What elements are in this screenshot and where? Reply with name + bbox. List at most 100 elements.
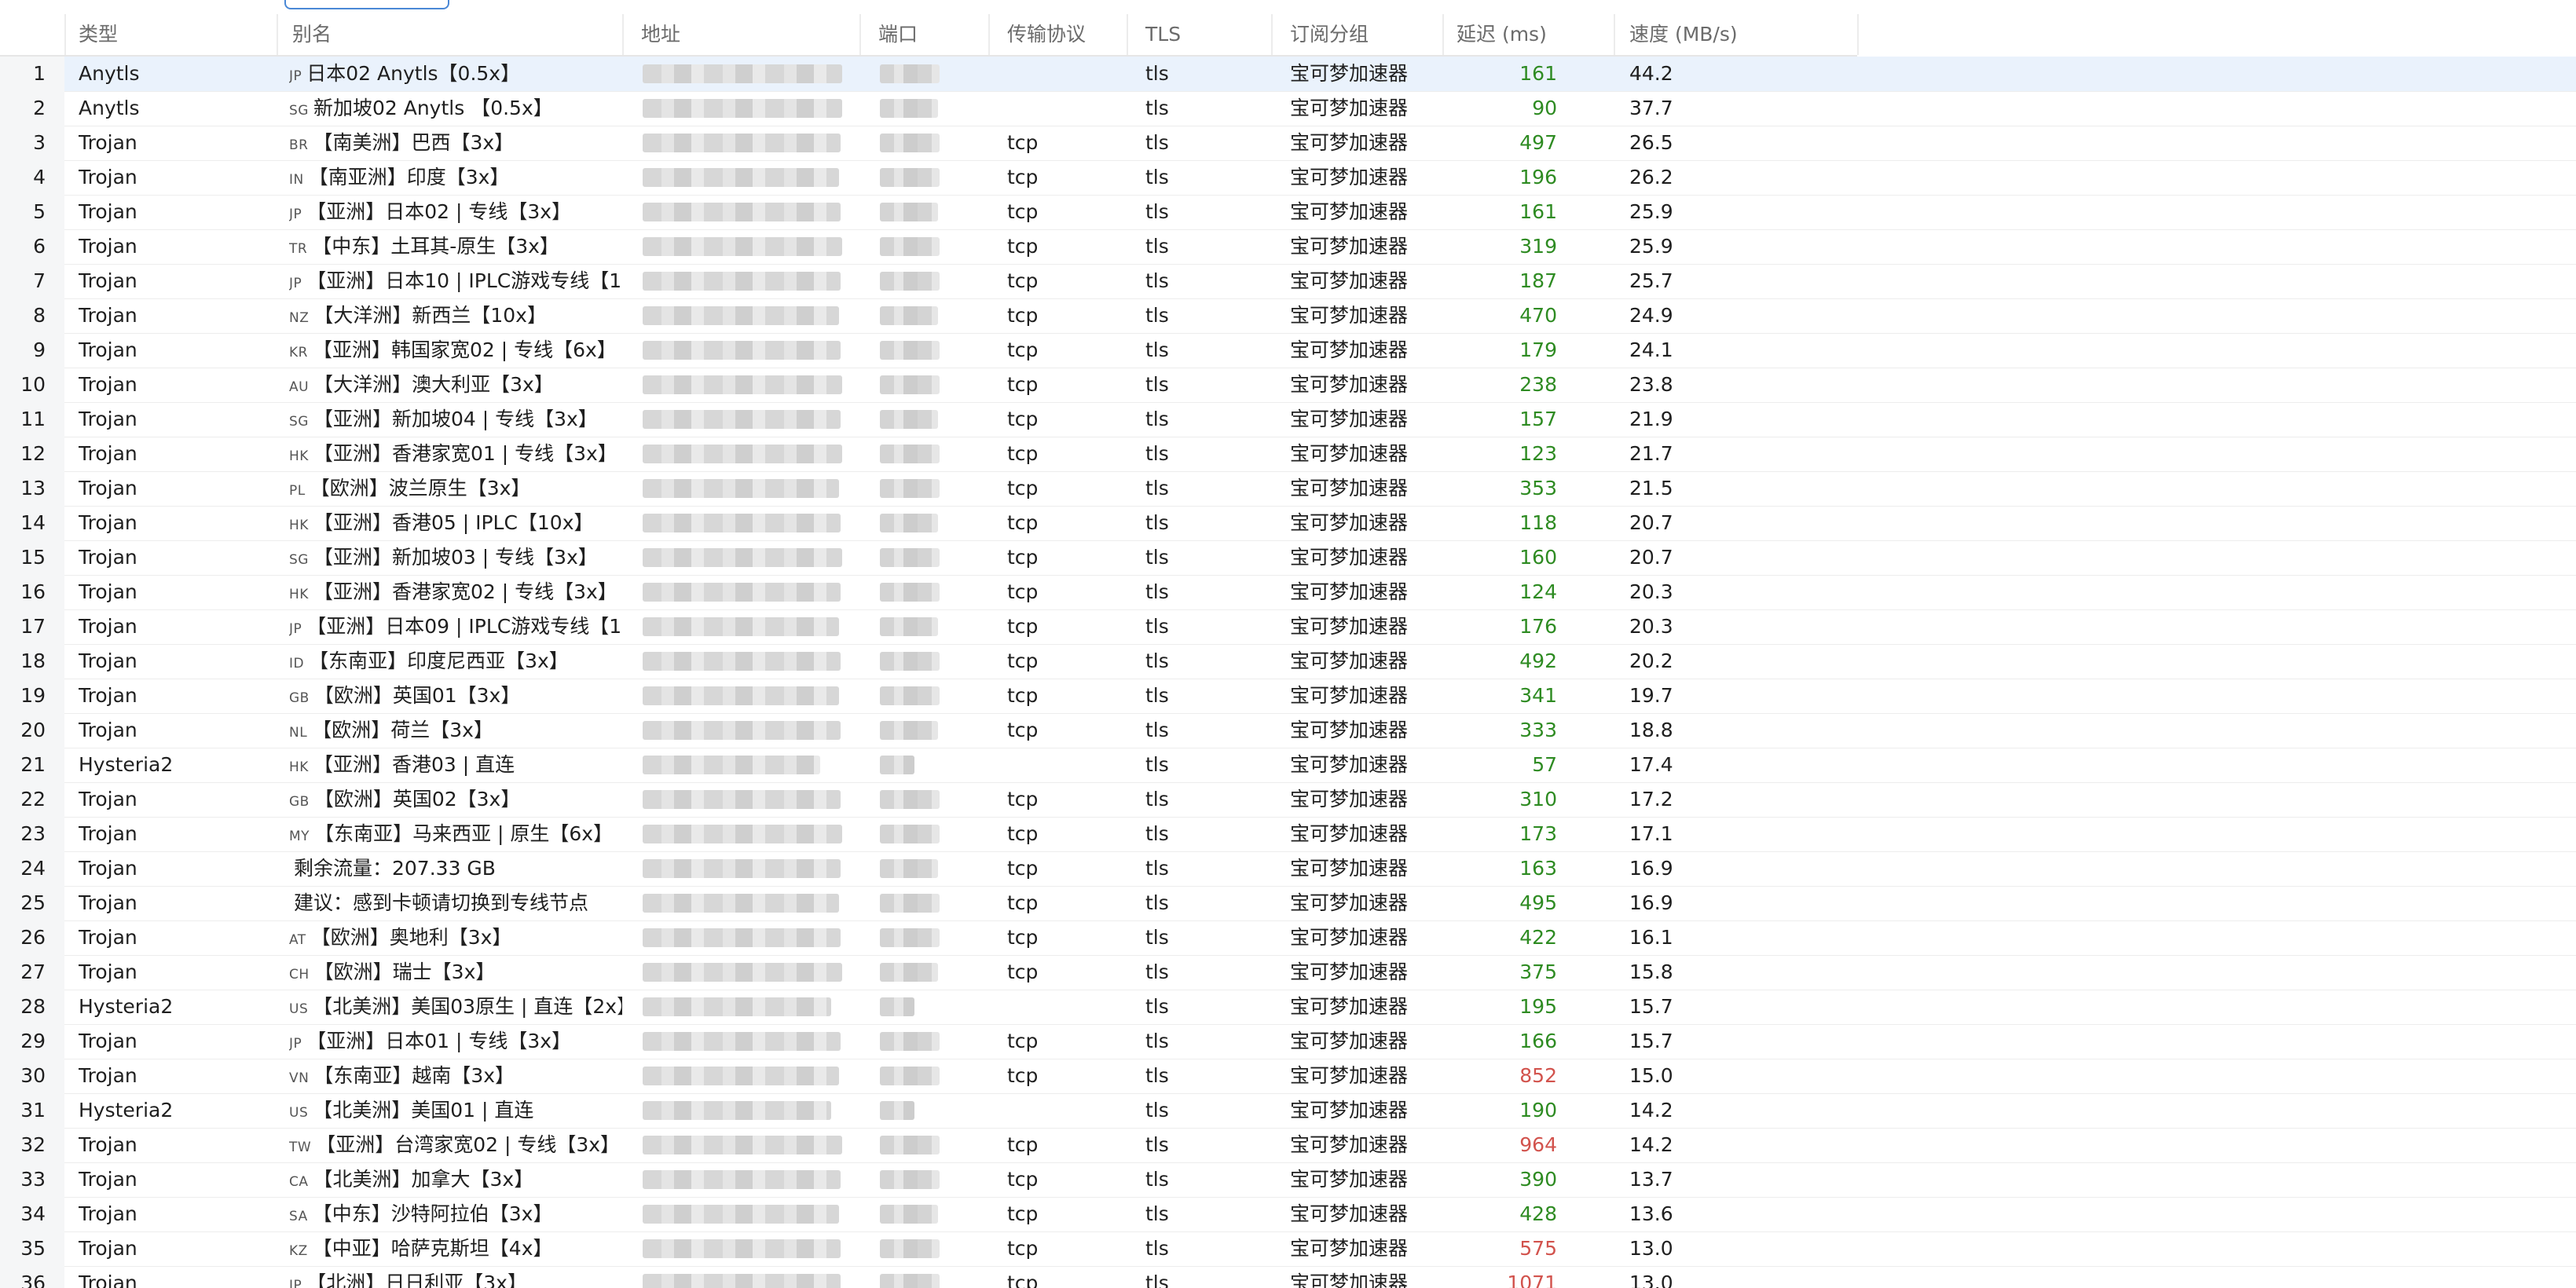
table-row[interactable]: 30 Trojan VN 【东南亚】越南【3x】 tcp tls 宝可梦加速器 852 15.0 xyxy=(0,1059,2576,1094)
table-row[interactable]: 31 Hysteria2 US 【北美洲】美国01 | 直连 tls 宝可梦加速器 190 1… xyxy=(0,1093,2576,1129)
column-resize-focus[interactable] xyxy=(284,0,449,9)
table-row[interactable]: 25 Trojan 建议：感到卡顿请切换到专线节点 tcp tls 宝可梦加速器 495 16… xyxy=(0,886,2576,921)
table-row[interactable]: 5 Trojan JP 【亚洲】日本02 | 专线【3x】 tcp tls 宝可梦加速器 16… xyxy=(0,195,2576,230)
group-cell: 宝可梦加速器 xyxy=(1290,166,1409,188)
header-group[interactable]: 订阅分组 xyxy=(1290,14,1369,55)
table-row[interactable]: 33 Trojan CA 【北美洲】加拿大【3x】 tcp tls 宝可梦加速器 390 13.… xyxy=(0,1162,2576,1198)
table-row[interactable]: 32 Trojan TW 【亚洲】台湾家宽02 | 专线【3x】 tcp tls 宝可梦加速… xyxy=(0,1128,2576,1163)
alias-cell: JP 【亚洲】日本02 | 专线【3x】 xyxy=(289,195,622,229)
table-row[interactable]: 29 Trojan JP 【亚洲】日本01 | 专线【3x】 tcp tls 宝可梦加速器 1… xyxy=(0,1024,2576,1059)
table-row[interactable]: 36 Trojan JP 【北洲】日日利亚【3x】 tcp tls 宝可梦加速器 1071 13… xyxy=(0,1266,2576,1288)
table-row[interactable]: 10 Trojan AU 【大洋洲】澳大利亚【3x】 tcp tls 宝可梦加速器 238 23… xyxy=(0,368,2576,403)
table-header: 类型 别名 地址 端口 传输协议 TLS 订阅分组 延迟 (ms) 速度 (MB… xyxy=(0,14,1859,57)
column-divider[interactable] xyxy=(622,14,624,55)
proxy-type-cell: Trojan xyxy=(79,926,137,949)
latency-cell: 157 xyxy=(1519,408,1557,430)
header-tls[interactable]: TLS xyxy=(1145,14,1181,55)
table-row[interactable]: 9 Trojan KR 【亚洲】韩国家宽02 | 专线【6x】 tcp tls 宝可梦加速器… xyxy=(0,333,2576,368)
table-row[interactable]: 26 Trojan AT 【欧洲】奥地利【3x】 tcp tls 宝可梦加速器 422 16.1 xyxy=(0,920,2576,956)
column-divider[interactable] xyxy=(1857,14,1859,55)
network-cell xyxy=(1007,748,1125,782)
speed-cell: 13.0 xyxy=(1629,1237,1673,1260)
column-divider[interactable] xyxy=(859,14,861,55)
alias-cell: IN 【南亚洲】印度【3x】 xyxy=(289,160,622,195)
address-redacted xyxy=(643,617,839,636)
group-cell: 宝可梦加速器 xyxy=(1290,200,1409,223)
table-row[interactable]: 24 Trojan 剩余流量：207.33 GB tcp tls 宝可梦加速器 163 16.… xyxy=(0,851,2576,887)
speed-cell: 21.7 xyxy=(1629,442,1673,465)
column-divider[interactable] xyxy=(1127,14,1128,55)
table-row[interactable]: 12 Trojan HK 【亚洲】香港家宽01 | 专线【3x】 tcp tls 宝可梦加速… xyxy=(0,437,2576,472)
table-row[interactable]: 4 Trojan IN 【南亚洲】印度【3x】 tcp tls 宝可梦加速器 196 26.2 xyxy=(0,160,2576,196)
header-address[interactable]: 地址 xyxy=(641,14,680,55)
header-latency[interactable]: 延迟 (ms) xyxy=(1457,14,1547,55)
column-divider[interactable] xyxy=(277,14,278,55)
port-redacted xyxy=(880,1274,940,1288)
header-speed[interactable]: 速度 (MB/s) xyxy=(1629,14,1738,55)
table-row[interactable]: 27 Trojan CH 【欧洲】瑞士【3x】 tcp tls 宝可梦加速器 375 15.8 xyxy=(0,955,2576,990)
port-redacted xyxy=(880,1136,940,1154)
proxy-type-cell: Trojan xyxy=(79,131,137,154)
column-divider[interactable] xyxy=(1442,14,1444,55)
table-row[interactable]: 3 Trojan BR 【南美洲】巴西【3x】 tcp tls 宝可梦加速器 497 26.5 xyxy=(0,126,2576,161)
table-row[interactable]: 18 Trojan ID 【东南亚】印度尼西亚【3x】 tcp tls 宝可梦加速器 492 2… xyxy=(0,644,2576,679)
table-row[interactable]: 7 Trojan JP 【亚洲】日本10 | IPLC游戏专线【10x tcp tls 宝可… xyxy=(0,264,2576,299)
row-number: 5 xyxy=(33,200,46,223)
table-row[interactable]: 22 Trojan GB 【欧洲】英国02【3x】 tcp tls 宝可梦加速器 310 17.… xyxy=(0,782,2576,818)
table-row[interactable]: 8 Trojan NZ 【大洋洲】新西兰【10x】 tcp tls 宝可梦加速器 470 24.… xyxy=(0,298,2576,334)
row-number: 4 xyxy=(33,166,46,188)
column-divider[interactable] xyxy=(1614,14,1615,55)
table-row[interactable]: 21 Hysteria2 HK 【亚洲】香港03 | 直连 tls 宝可梦加速器 57 17.… xyxy=(0,748,2576,783)
header-type[interactable]: 类型 xyxy=(79,14,118,55)
flag-code: HK xyxy=(289,448,309,464)
table-row[interactable]: 20 Trojan NL 【欧洲】荷兰【3x】 tcp tls 宝可梦加速器 333 18.8 xyxy=(0,713,2576,748)
table-row[interactable]: 13 Trojan PL 【欧洲】波兰原生【3x】 tcp tls 宝可梦加速器 353 21.… xyxy=(0,471,2576,507)
group-cell: 宝可梦加速器 xyxy=(1290,926,1409,949)
header-network[interactable]: 传输协议 xyxy=(1007,14,1086,55)
header-name[interactable]: 别名 xyxy=(292,14,332,55)
table-row[interactable]: 1 Anytls JP 日本02 Anytls【0.5x】 tls 宝可梦加速器 161 44… xyxy=(0,57,2576,92)
speed-cell: 44.2 xyxy=(1629,62,1673,85)
table-row[interactable]: 23 Trojan MY 【东南亚】马来西亚 | 原生【6x】 tcp tls 宝可梦加速器… xyxy=(0,817,2576,852)
proxy-type-cell: Trojan xyxy=(79,891,137,914)
speed-cell: 20.7 xyxy=(1629,511,1673,534)
row-number: 29 xyxy=(20,1030,46,1052)
table-row[interactable]: 2 Anytls SG 新加坡02 Anytls 【0.5x】 tls 宝可梦加速器 90 3… xyxy=(0,91,2576,126)
row-number: 36 xyxy=(20,1272,46,1288)
table-row[interactable]: 28 Hysteria2 US 【北美洲】美国03原生 | 直连【2x】 tls 宝可梦加… xyxy=(0,990,2576,1025)
network-cell: tcp xyxy=(1007,1133,1039,1156)
table-row[interactable]: 11 Trojan SG 【亚洲】新加坡04 | 专线【3x】 tcp tls 宝可梦加速器… xyxy=(0,402,2576,437)
tls-cell: tls xyxy=(1145,719,1169,741)
column-divider[interactable] xyxy=(1271,14,1273,55)
table-row[interactable]: 6 Trojan TR 【中东】土耳其-原生【3x】 tcp tls 宝可梦加速器 319 25… xyxy=(0,229,2576,265)
alias-text: 【南亚洲】印度【3x】 xyxy=(308,166,510,188)
row-number: 17 xyxy=(20,615,46,638)
address-redacted xyxy=(643,306,839,325)
group-cell: 宝可梦加速器 xyxy=(1290,235,1409,258)
network-cell xyxy=(1007,91,1125,126)
latency-cell: 173 xyxy=(1519,822,1557,845)
group-cell: 宝可梦加速器 xyxy=(1290,511,1409,534)
tls-cell: tls xyxy=(1145,511,1169,534)
flag-code: GB xyxy=(289,690,310,706)
address-redacted xyxy=(643,341,841,360)
proxy-type-cell: Trojan xyxy=(79,649,137,672)
latency-cell: 161 xyxy=(1519,200,1557,223)
port-redacted xyxy=(880,617,938,636)
table-row[interactable]: 15 Trojan SG 【亚洲】新加坡03 | 专线【3x】 tcp tls 宝可梦加速器… xyxy=(0,540,2576,576)
column-divider[interactable] xyxy=(988,14,990,55)
tls-cell: tls xyxy=(1145,408,1169,430)
row-number: 24 xyxy=(20,857,46,880)
column-divider[interactable] xyxy=(64,14,66,55)
header-port[interactable]: 端口 xyxy=(878,14,918,55)
alias-text: 建议：感到卡顿请切换到专线节点 xyxy=(294,891,589,914)
table-row[interactable]: 19 Trojan GB 【欧洲】英国01【3x】 tcp tls 宝可梦加速器 341 19.… xyxy=(0,679,2576,714)
table-row[interactable]: 14 Trojan HK 【亚洲】香港05 | IPLC【10x】 tcp tls 宝可梦加… xyxy=(0,506,2576,541)
latency-cell: 375 xyxy=(1519,961,1557,983)
table-row[interactable]: 34 Trojan SA 【中东】沙特阿拉伯【3x】 tcp tls 宝可梦加速器 428 13… xyxy=(0,1197,2576,1232)
table-row[interactable]: 35 Trojan KZ 【中亚】哈萨克斯坦【4x】 tcp tls 宝可梦加速器 575 13… xyxy=(0,1231,2576,1267)
table-row[interactable]: 17 Trojan JP 【亚洲】日本09 | IPLC游戏专线【10x tcp tls 宝… xyxy=(0,609,2576,645)
tls-cell: tls xyxy=(1145,373,1169,396)
table-row[interactable]: 16 Trojan HK 【亚洲】香港家宽02 | 专线【3x】 tcp tls 宝可梦加速… xyxy=(0,575,2576,610)
port-redacted xyxy=(880,410,938,429)
